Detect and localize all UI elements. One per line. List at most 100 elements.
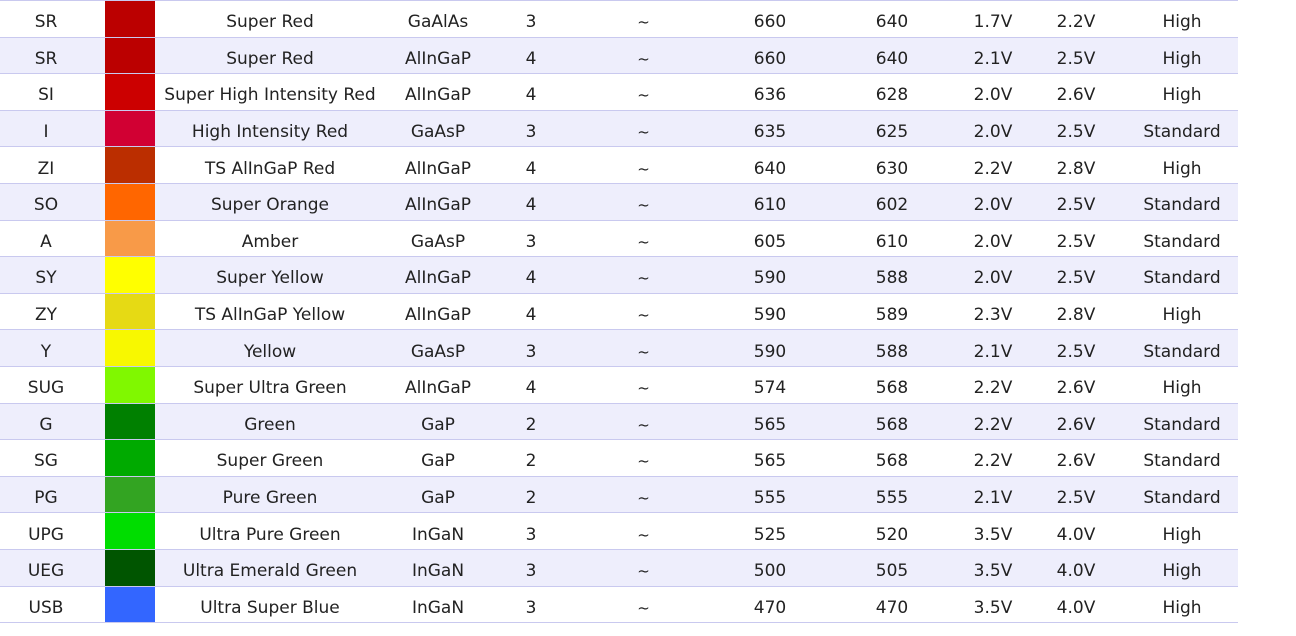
viewing-angle: ~ — [571, 365, 716, 404]
viewing-angle: ~ — [571, 475, 716, 514]
forward-voltage-typ: 2.2V — [960, 439, 1026, 477]
peak-wavelength: 590 — [716, 292, 824, 331]
color-name: Amber — [155, 219, 385, 258]
forward-voltage-max: 2.5V — [1026, 256, 1126, 294]
led-code: SUG — [0, 365, 92, 404]
lens-size: 4 — [491, 36, 571, 75]
peak-wavelength: 565 — [716, 402, 824, 441]
forward-voltage-max: 2.6V — [1026, 73, 1126, 111]
intensity-class: High — [1126, 36, 1238, 75]
color-swatch — [105, 475, 155, 514]
table-row: SG Super Green GaP 2 ~ 565 568 2.2V 2.6V… — [0, 439, 1238, 477]
table-row: SI Super High Intensity Red AlInGaP 4 ~ … — [0, 73, 1238, 111]
spacer — [92, 73, 105, 111]
chip-material: AlInGaP — [385, 256, 491, 294]
table-row: G Green GaP 2 ~ 565 568 2.2V 2.6V Standa… — [0, 402, 1238, 441]
forward-voltage-max: 2.8V — [1026, 146, 1126, 184]
chip-material: GaP — [385, 402, 491, 441]
peak-wavelength: 640 — [716, 146, 824, 184]
table-row: I High Intensity Red GaAsP 3 ~ 635 625 2… — [0, 109, 1238, 148]
peak-wavelength: 610 — [716, 182, 824, 221]
color-name: Yellow — [155, 329, 385, 367]
table-row: SR Super Red AlInGaP 4 ~ 660 640 2.1V 2.… — [0, 36, 1238, 75]
color-name: Super High Intensity Red — [155, 73, 385, 111]
peak-wavelength: 525 — [716, 512, 824, 550]
color-swatch-fill — [105, 330, 155, 366]
chip-material: GaAlAs — [385, 0, 491, 38]
color-swatch — [105, 402, 155, 441]
color-swatch — [105, 73, 155, 111]
led-code: I — [0, 109, 92, 148]
spacer — [92, 219, 105, 258]
forward-voltage-max: 2.6V — [1026, 439, 1126, 477]
color-swatch-fill — [105, 147, 155, 183]
lens-size: 3 — [491, 0, 571, 38]
color-swatch-fill — [105, 549, 155, 586]
intensity-class: Standard — [1126, 329, 1238, 367]
forward-voltage-max: 2.5V — [1026, 182, 1126, 221]
chip-material: AlInGaP — [385, 182, 491, 221]
intensity-class: Standard — [1126, 109, 1238, 148]
color-swatch-fill — [105, 513, 155, 549]
table-row: SR Super Red GaAlAs 3 ~ 660 640 1.7V 2.2… — [0, 0, 1238, 38]
led-code: G — [0, 402, 92, 441]
viewing-angle: ~ — [571, 439, 716, 477]
chip-material: GaAsP — [385, 329, 491, 367]
viewing-angle: ~ — [571, 109, 716, 148]
dominant-wavelength: 588 — [824, 329, 960, 367]
forward-voltage-typ: 3.5V — [960, 585, 1026, 624]
led-code: PG — [0, 475, 92, 514]
led-code: USB — [0, 585, 92, 624]
table-row: SUG Super Ultra Green AlInGaP 4 ~ 574 56… — [0, 365, 1238, 404]
led-code: Y — [0, 329, 92, 367]
led-code: UPG — [0, 512, 92, 550]
spacer — [92, 0, 105, 38]
color-swatch — [105, 292, 155, 331]
dominant-wavelength: 640 — [824, 0, 960, 38]
peak-wavelength: 590 — [716, 256, 824, 294]
led-code: SO — [0, 182, 92, 221]
chip-material: AlInGaP — [385, 73, 491, 111]
color-name: Green — [155, 402, 385, 441]
table-row: UPG Ultra Pure Green InGaN 3 ~ 525 520 3… — [0, 512, 1238, 550]
forward-voltage-typ: 2.0V — [960, 109, 1026, 148]
viewing-angle: ~ — [571, 182, 716, 221]
forward-voltage-typ: 2.1V — [960, 475, 1026, 514]
chip-material: GaP — [385, 475, 491, 514]
intensity-class: Standard — [1126, 256, 1238, 294]
viewing-angle: ~ — [571, 585, 716, 624]
forward-voltage-max: 2.5V — [1026, 329, 1126, 367]
color-swatch-fill — [105, 110, 155, 147]
color-swatch — [105, 0, 155, 38]
forward-voltage-typ: 2.1V — [960, 36, 1026, 75]
table-row: ZY TS AlInGaP Yellow AlInGaP 4 ~ 590 589… — [0, 292, 1238, 331]
led-code: SG — [0, 439, 92, 477]
dominant-wavelength: 628 — [824, 73, 960, 111]
chip-material: GaP — [385, 439, 491, 477]
color-swatch-fill — [105, 74, 155, 110]
lens-size: 3 — [491, 219, 571, 258]
forward-voltage-typ: 2.2V — [960, 365, 1026, 404]
intensity-class: Standard — [1126, 182, 1238, 221]
intensity-class: High — [1126, 585, 1238, 624]
viewing-angle: ~ — [571, 329, 716, 367]
color-swatch — [105, 365, 155, 404]
forward-voltage-typ: 3.5V — [960, 548, 1026, 587]
led-code: SR — [0, 0, 92, 38]
table-row: PG Pure Green GaP 2 ~ 555 555 2.1V 2.5V … — [0, 475, 1238, 514]
spacer — [92, 475, 105, 514]
forward-voltage-max: 4.0V — [1026, 585, 1126, 624]
viewing-angle: ~ — [571, 219, 716, 258]
chip-material: AlInGaP — [385, 36, 491, 75]
peak-wavelength: 660 — [716, 36, 824, 75]
color-swatch-fill — [105, 1, 155, 37]
dominant-wavelength: 602 — [824, 182, 960, 221]
peak-wavelength: 590 — [716, 329, 824, 367]
color-name: Super Red — [155, 0, 385, 38]
lens-size: 4 — [491, 292, 571, 331]
forward-voltage-typ: 1.7V — [960, 0, 1026, 38]
forward-voltage-max: 2.6V — [1026, 402, 1126, 441]
color-name: TS AlInGaP Red — [155, 146, 385, 184]
viewing-angle: ~ — [571, 0, 716, 38]
dominant-wavelength: 568 — [824, 365, 960, 404]
